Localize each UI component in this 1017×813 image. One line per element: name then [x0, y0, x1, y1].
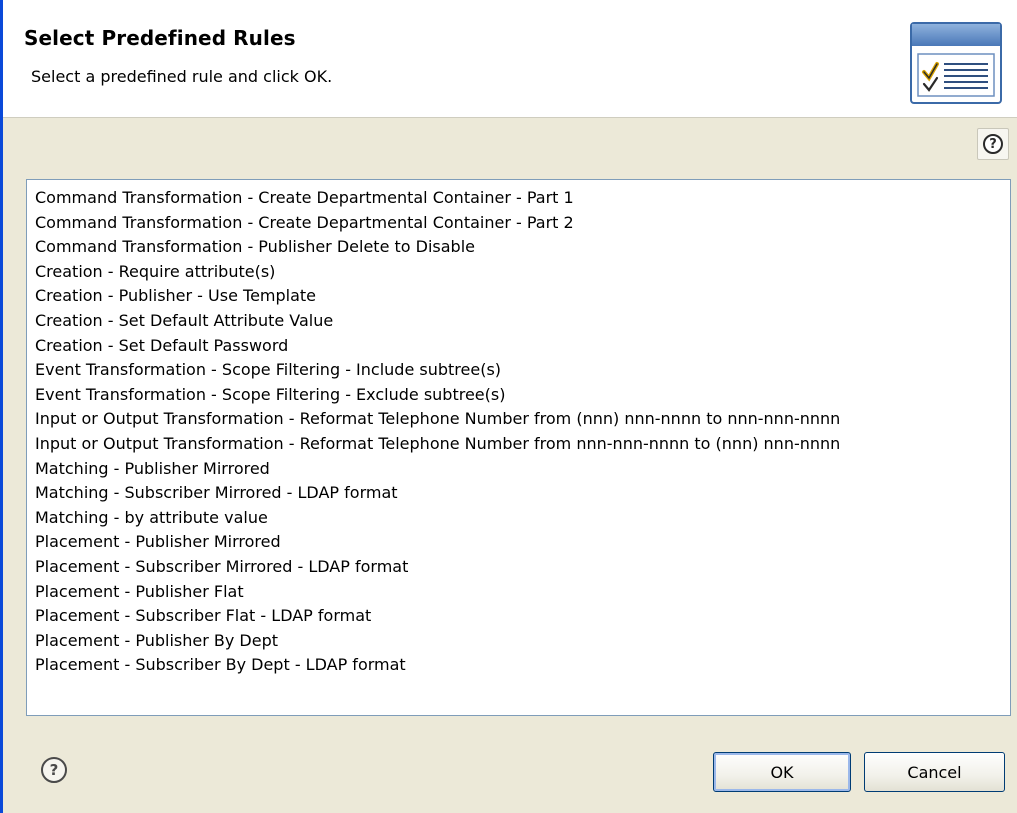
- list-item[interactable]: Placement - Publisher Mirrored: [35, 530, 1010, 555]
- list-item[interactable]: Matching - Publisher Mirrored: [35, 457, 1010, 482]
- dialog-message: Select a predefined rule and click OK.: [31, 67, 333, 86]
- dialog-title: Select Predefined Rules: [24, 26, 296, 50]
- ok-button[interactable]: OK: [713, 752, 851, 792]
- list-item[interactable]: Placement - Publisher Flat: [35, 580, 1010, 605]
- list-item[interactable]: Creation - Require attribute(s): [35, 260, 1010, 285]
- list-item[interactable]: Matching - by attribute value: [35, 506, 1010, 531]
- list-item[interactable]: Creation - Set Default Attribute Value: [35, 309, 1010, 334]
- list-item[interactable]: Placement - Subscriber By Dept - LDAP fo…: [35, 653, 1010, 678]
- help-button-top[interactable]: ?: [977, 128, 1009, 160]
- list-item[interactable]: Command Transformation - Create Departme…: [35, 211, 1010, 236]
- cancel-button[interactable]: Cancel: [864, 752, 1005, 792]
- list-item[interactable]: Placement - Publisher By Dept: [35, 629, 1010, 654]
- predefined-rules-list[interactable]: Command Transformation - Create Departme…: [26, 179, 1011, 716]
- list-item[interactable]: Input or Output Transformation - Reforma…: [35, 407, 1010, 432]
- list-item[interactable]: Placement - Subscriber Flat - LDAP forma…: [35, 604, 1010, 629]
- help-icon: ?: [983, 134, 1003, 154]
- list-item[interactable]: Creation - Publisher - Use Template: [35, 284, 1010, 309]
- help-icon[interactable]: ?: [41, 757, 67, 783]
- list-item[interactable]: Command Transformation - Create Departme…: [35, 186, 1010, 211]
- checklist-icon: [910, 22, 1002, 104]
- list-item[interactable]: Input or Output Transformation - Reforma…: [35, 432, 1010, 457]
- select-predefined-rules-dialog: Select Predefined Rules Select a predefi…: [0, 0, 1017, 813]
- list-item[interactable]: Placement - Subscriber Mirrored - LDAP f…: [35, 555, 1010, 580]
- list-item[interactable]: Matching - Subscriber Mirrored - LDAP fo…: [35, 481, 1010, 506]
- list-item[interactable]: Event Transformation - Scope Filtering -…: [35, 358, 1010, 383]
- list-item[interactable]: Command Transformation - Publisher Delet…: [35, 235, 1010, 260]
- list-item[interactable]: Creation - Set Default Password: [35, 334, 1010, 359]
- list-item[interactable]: Event Transformation - Scope Filtering -…: [35, 383, 1010, 408]
- dialog-banner: Select Predefined Rules Select a predefi…: [3, 0, 1017, 118]
